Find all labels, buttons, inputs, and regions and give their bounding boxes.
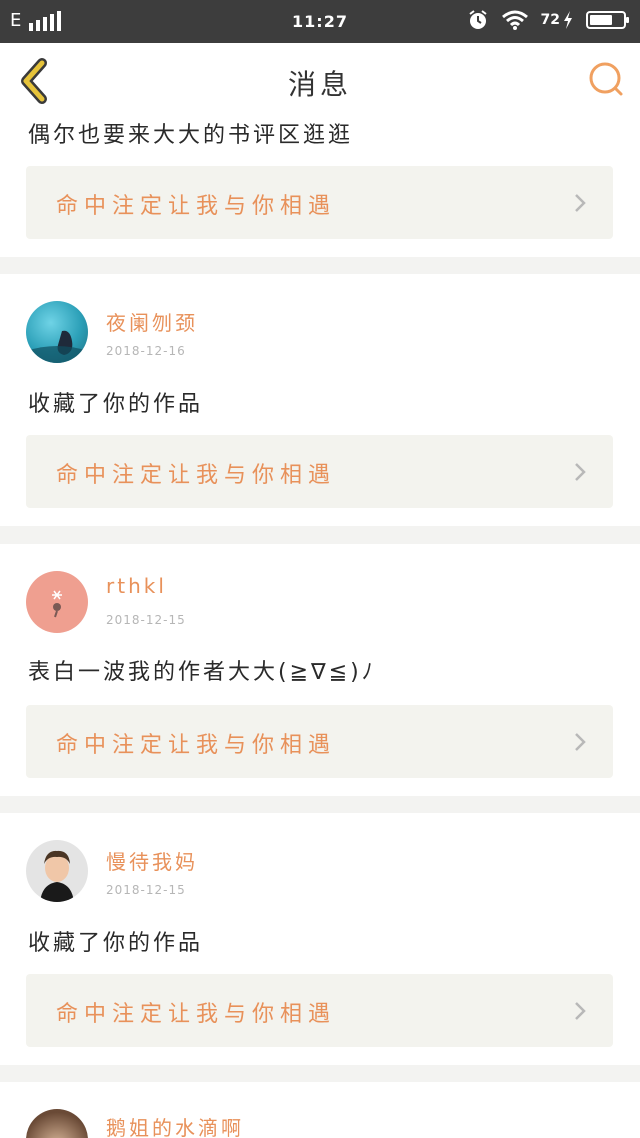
chevron-right-icon: [575, 194, 586, 212]
message-card: 慢待我妈 2018-12-15 收藏了你的作品 命中注定让我与你相遇: [0, 813, 640, 1065]
search-icon[interactable]: [586, 59, 626, 99]
nav-header: 消息: [0, 43, 640, 119]
user-name[interactable]: rthkl: [106, 574, 167, 598]
chevron-right-icon: [575, 1002, 586, 1020]
message-text: 收藏了你的作品: [28, 392, 204, 417]
avatar-figure: [26, 330, 88, 363]
avatar[interactable]: [26, 571, 88, 633]
avatar-figure: [40, 850, 74, 902]
avatar-figure: [52, 590, 62, 618]
work-title: 命中注定让我与你相遇: [56, 1002, 337, 1027]
message-card: rthkl 2018-12-15 表白一波我的作者大大(≧∇≦)ﾉ 命中注定让我…: [0, 544, 640, 796]
charging-icon: [564, 11, 572, 29]
user-name[interactable]: 鹅姐的水滴啊: [106, 1112, 244, 1138]
message-card: 夜阑刎颈 2018-12-16 收藏了你的作品 命中注定让我与你相遇: [0, 274, 640, 526]
timestamp: 2018-12-15: [106, 613, 186, 627]
avatar[interactable]: [26, 840, 88, 902]
battery-icon: [586, 11, 629, 29]
chevron-right-icon: [575, 463, 586, 481]
work-link[interactable]: 命中注定让我与你相遇: [26, 705, 613, 778]
message-card: 鹅姐的水滴啊: [0, 1082, 640, 1138]
work-title: 命中注定让我与你相遇: [56, 733, 337, 758]
page-title: 消息: [287, 68, 352, 101]
user-name[interactable]: 慢待我妈: [106, 846, 198, 875]
message-text: 偶尔也要来大大的书评区逛逛: [28, 123, 354, 148]
message-text: 表白一波我的作者大大(≧∇≦)ﾉ: [28, 660, 376, 685]
work-link[interactable]: 命中注定让我与你相遇: [26, 435, 613, 508]
work-link[interactable]: 命中注定让我与你相遇: [26, 166, 613, 239]
message-text: 收藏了你的作品: [28, 931, 204, 956]
avatar[interactable]: [26, 1109, 88, 1138]
work-title: 命中注定让我与你相遇: [56, 463, 337, 488]
wifi-icon: [501, 10, 528, 30]
work-title: 命中注定让我与你相遇: [56, 194, 337, 219]
alarm-icon: [468, 10, 487, 29]
avatar[interactable]: [26, 301, 88, 363]
status-icons: 72: [467, 9, 629, 31]
user-name[interactable]: 夜阑刎颈: [106, 307, 198, 336]
message-card: 偶尔也要来大大的书评区逛逛 命中注定让我与你相遇: [0, 119, 640, 257]
status-bar: E 11:27 72: [0, 0, 640, 43]
timestamp: 2018-12-15: [106, 883, 186, 897]
chevron-right-icon: [575, 733, 586, 751]
battery-percent: 72: [540, 12, 560, 28]
work-link[interactable]: 命中注定让我与你相遇: [26, 974, 613, 1047]
timestamp: 2018-12-16: [106, 344, 186, 358]
